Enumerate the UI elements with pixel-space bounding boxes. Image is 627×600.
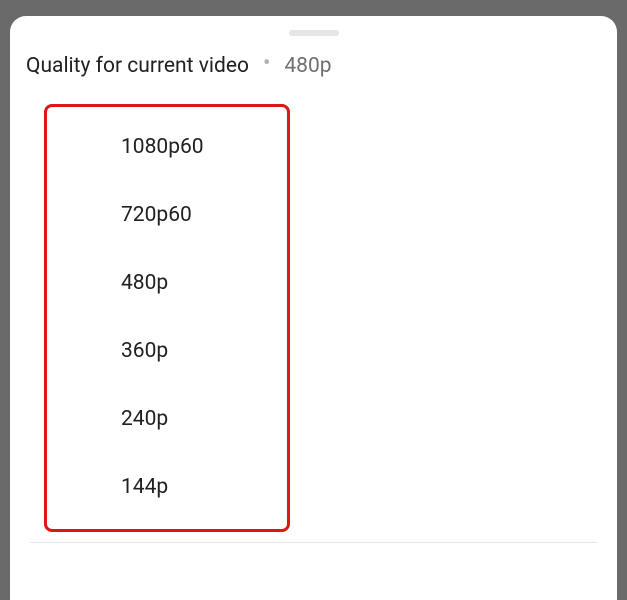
divider [30, 542, 597, 543]
quality-option-720p60[interactable]: 720p60 [47, 181, 287, 249]
current-quality-value: 480p [284, 54, 331, 78]
quality-option-480p[interactable]: 480p [47, 249, 287, 317]
separator-dot: • [263, 53, 270, 75]
sheet-header: Quality for current video • 480p [10, 54, 617, 78]
quality-options-highlight-box: 1080p60 720p60 480p 360p 240p 144p [44, 104, 290, 532]
quality-option-1080p60[interactable]: 1080p60 [47, 113, 287, 181]
drag-handle[interactable] [289, 30, 339, 36]
quality-option-144p[interactable]: 144p [47, 453, 287, 521]
quality-option-360p[interactable]: 360p [47, 317, 287, 385]
quality-option-240p[interactable]: 240p [47, 385, 287, 453]
sheet-title: Quality for current video [26, 54, 249, 78]
quality-bottom-sheet: Quality for current video • 480p 1080p60… [10, 16, 617, 600]
